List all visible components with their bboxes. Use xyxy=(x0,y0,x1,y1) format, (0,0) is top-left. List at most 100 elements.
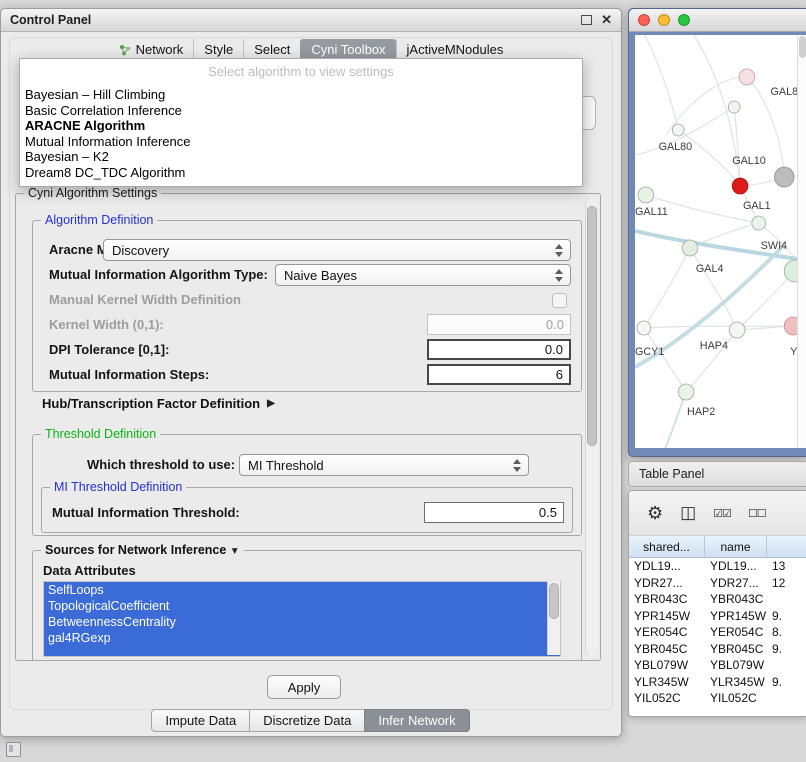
algorithm-option[interactable]: Bayesian – Hill Climbing xyxy=(20,87,582,103)
column-header[interactable]: name xyxy=(705,536,767,557)
attribute-list-item[interactable]: TopologicalCoefficient xyxy=(44,598,560,614)
algorithm-option[interactable]: ARACNE Algorithm xyxy=(20,118,582,134)
table-cell: YIL052C xyxy=(629,691,705,705)
column-header[interactable] xyxy=(767,536,806,557)
table-row[interactable]: YBL079WYBL079W xyxy=(629,657,806,674)
which-threshold-value: MI Threshold xyxy=(248,458,324,473)
aracne-mode-select[interactable]: Discovery xyxy=(103,239,571,261)
algorithm-popup-list: Bayesian – Hill ClimbingBasic Correlatio… xyxy=(20,87,582,180)
attribute-list-item[interactable]: BetweennessCentrality xyxy=(44,614,560,630)
column-header[interactable]: shared... xyxy=(629,536,705,557)
attribute-list[interactable]: SelfLoopsTopologicalCoefficientBetweenne… xyxy=(43,581,561,657)
tab-style[interactable]: Style xyxy=(193,39,243,60)
kernel-width-label: Kernel Width (0,1): xyxy=(49,317,164,332)
network-node[interactable] xyxy=(784,260,798,282)
network-scrollbar-thumb[interactable] xyxy=(799,36,806,58)
tab-infer-network[interactable]: Infer Network xyxy=(364,709,469,732)
algorithm-option[interactable]: Basic Correlation Inference xyxy=(20,103,582,119)
network-node[interactable] xyxy=(638,187,654,203)
mi-algorithm-type-label: Mutual Information Algorithm Type: xyxy=(49,267,268,282)
table-cell: YPR145W xyxy=(705,609,767,623)
manual-kernel-width-checkbox[interactable] xyxy=(552,293,567,308)
algorithm-option[interactable]: Bayesian – K2 xyxy=(20,149,582,165)
tab-label: Select xyxy=(254,42,290,57)
table-cell: YBL079W xyxy=(629,658,705,672)
select-all-checkbox-icon[interactable]: ☑☑ xyxy=(713,507,731,520)
tab-network[interactable]: Network xyxy=(109,39,194,60)
settings-gear-icon[interactable]: ⚙ xyxy=(647,503,663,524)
window-title: Control Panel xyxy=(10,13,91,27)
algorithm-dropdown-popup: Select algorithm to view settings Bayesi… xyxy=(19,58,583,187)
attribute-list-item[interactable]: SelfLoops xyxy=(44,582,560,598)
table-cell: 9. xyxy=(767,609,806,623)
threshold-definition-group: Threshold Definition Which threshold to … xyxy=(32,434,582,536)
minimize-traffic-light[interactable] xyxy=(658,14,670,26)
table-row[interactable]: YDL19...YDL19...13 xyxy=(629,558,806,575)
network-node[interactable] xyxy=(739,69,755,85)
table-row[interactable]: YER054CYER054C8. xyxy=(629,624,806,641)
network-edge xyxy=(645,35,678,130)
mi-steps-input[interactable]: 6 xyxy=(427,364,571,385)
network-node[interactable] xyxy=(732,178,748,194)
table-cell: 13 xyxy=(767,559,806,573)
close-window-button[interactable]: ✕ xyxy=(601,14,612,26)
node-label: GAL10 xyxy=(732,155,766,167)
control-panel-titlebar[interactable]: Control Panel ✕ xyxy=(1,9,621,32)
attribute-list-item[interactable]: gal4RGexp xyxy=(44,630,560,646)
clear-selection-checkbox-icon[interactable]: ☐☐ xyxy=(748,507,766,520)
close-traffic-light[interactable] xyxy=(638,14,650,26)
network-node[interactable] xyxy=(678,384,694,400)
table-row[interactable]: YIL052CYIL052C xyxy=(629,690,806,707)
node-label: GAL11 xyxy=(635,206,668,218)
tab-discretize-data[interactable]: Discretize Data xyxy=(249,709,365,732)
attribute-list-scrollbar-thumb[interactable] xyxy=(549,583,559,619)
network-node[interactable] xyxy=(682,240,698,256)
dpi-tolerance-label: DPI Tolerance [0,1]: xyxy=(49,342,169,357)
aracne-mode-value: Discovery xyxy=(112,243,169,258)
kernel-width-value: 0.0 xyxy=(546,317,564,332)
attribute-list-item[interactable] xyxy=(44,646,560,656)
attribute-list-scrollbar[interactable] xyxy=(547,581,560,655)
network-node[interactable] xyxy=(637,321,651,335)
tab-select[interactable]: Select xyxy=(243,39,300,60)
algorithm-option[interactable]: Mutual Information Inference xyxy=(20,134,582,150)
mi-threshold-definition-group: MI Threshold Definition Mutual Informati… xyxy=(41,487,573,533)
float-window-button[interactable] xyxy=(581,15,592,25)
table-panel-header[interactable]: Table Panel xyxy=(628,461,806,487)
network-node[interactable] xyxy=(728,101,740,113)
tab-jactivemnodules[interactable]: jActiveMNodules xyxy=(396,39,514,60)
network-node[interactable] xyxy=(784,317,798,335)
node-label: GAL8 xyxy=(771,86,798,98)
columns-icon[interactable]: ◫ xyxy=(680,503,696,523)
table-cell: YER054C xyxy=(629,625,705,639)
mi-threshold-input[interactable]: 0.5 xyxy=(424,502,564,523)
sources-toggle[interactable]: Sources for Network Inference ▼ xyxy=(41,543,244,559)
apply-button[interactable]: Apply xyxy=(267,675,341,699)
network-vertical-scrollbar[interactable] xyxy=(797,35,806,448)
table-row[interactable]: YBR045CYBR045C9. xyxy=(629,641,806,658)
network-node[interactable] xyxy=(752,216,766,230)
dpi-tolerance-input[interactable]: 0.0 xyxy=(427,339,571,360)
kernel-width-input[interactable]: 0.0 xyxy=(427,314,571,335)
hub-definition-toggle[interactable]: Hub/Transcription Factor Definition ▶ xyxy=(42,396,275,411)
table-row[interactable]: YDR27...YDR27...12 xyxy=(629,575,806,592)
tab-impute-data[interactable]: Impute Data xyxy=(151,709,250,732)
network-canvas[interactable]: GAL8GAL80GAL10GAL11GAL1SWI4GAL4GCY1HAP4H… xyxy=(635,35,806,448)
network-window-titlebar[interactable] xyxy=(629,9,806,32)
algorithm-option[interactable]: Dream8 DC_TDC Algorithm xyxy=(20,165,582,181)
network-node[interactable] xyxy=(774,167,794,187)
tab-cyni-toolbox[interactable]: Cyni Toolbox xyxy=(300,39,395,60)
which-threshold-select[interactable]: MI Threshold xyxy=(239,454,529,476)
mi-algorithm-type-select[interactable]: Naive Bayes xyxy=(275,264,571,286)
zoom-traffic-light[interactable] xyxy=(678,14,690,26)
settings-scrollbar[interactable] xyxy=(585,198,598,656)
table-row[interactable]: YLR345WYLR345W9. xyxy=(629,674,806,691)
data-attributes-label: Data Attributes xyxy=(43,563,136,578)
table-row[interactable]: YBR043CYBR043C xyxy=(629,591,806,608)
network-node[interactable] xyxy=(729,322,745,338)
network-node[interactable] xyxy=(672,124,684,136)
settings-scrollbar-thumb[interactable] xyxy=(587,206,597,446)
network-canvas-svg[interactable]: GAL8GAL80GAL10GAL11GAL1SWI4GAL4GCY1HAP4H… xyxy=(635,35,798,448)
table-row[interactable]: YPR145WYPR145W9. xyxy=(629,608,806,625)
show-panel-button[interactable] xyxy=(6,742,21,757)
